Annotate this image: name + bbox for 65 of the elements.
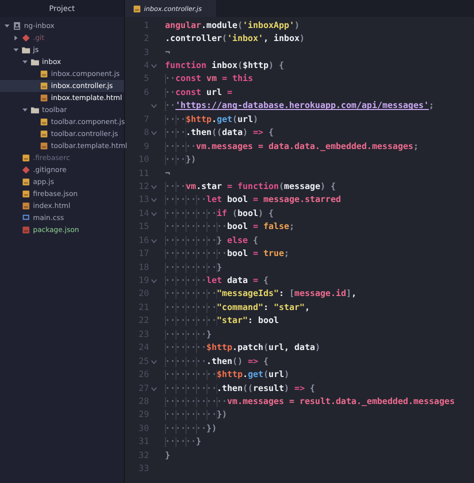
- file-icon: [22, 178, 30, 186]
- file-icon: [40, 82, 48, 90]
- code-line: ········let bool = message.starred: [165, 195, 341, 206]
- fold-chevron-icon[interactable]: [151, 238, 157, 244]
- code-line: ¬: [165, 168, 170, 179]
- code-line: ····vm.star = function(message) {: [165, 182, 336, 192]
- code-line: ····}): [165, 155, 196, 166]
- chevron-icon[interactable]: [22, 59, 28, 65]
- fold-chevron-icon[interactable]: [151, 278, 157, 284]
- diamond-icon: [22, 166, 30, 174]
- fold-chevron-icon[interactable]: [151, 63, 157, 70]
- chevron-icon[interactable]: [13, 35, 19, 41]
- code-line: }: [165, 450, 170, 461]
- file-icon: [22, 202, 30, 210]
- code-line: ······vm.messages = data.data._embedded.messages;: [165, 142, 419, 152]
- chevron-icon[interactable]: [4, 23, 10, 29]
- code-line: ············bool = true;: [165, 249, 290, 260]
- code-line: ¬: [165, 48, 170, 58]
- code-line: ····$http.get(url): [165, 114, 258, 125]
- code-line: ··········}): [165, 410, 228, 420]
- file-icon: [40, 94, 48, 102]
- file-icon: [22, 226, 30, 234]
- code-line: .controller('inbox', inbox): [165, 34, 305, 44]
- file-icon: [22, 190, 30, 198]
- fold-chevron-icon[interactable]: [151, 210, 157, 217]
- repository-icon: [13, 22, 21, 30]
- file-icon: [133, 4, 141, 12]
- file-icon: [40, 118, 48, 126]
- code-line: ····.then((data) => {: [165, 128, 274, 138]
- code-line: ········.then() => {: [165, 356, 269, 367]
- code-line: function inbox($http) {: [165, 61, 284, 72]
- code-line: ········$http.patch(url, data): [165, 343, 320, 354]
- chevron-icon[interactable]: [13, 47, 19, 53]
- chevron-icon[interactable]: [22, 107, 28, 113]
- file-icon: [40, 142, 48, 150]
- diamond-icon: [22, 34, 30, 42]
- file-icon: [40, 130, 48, 138]
- fold-chevron-icon[interactable]: [151, 184, 157, 190]
- code-line: ··········}: [165, 262, 222, 273]
- code-line: ········let data = {: [165, 276, 269, 286]
- code-line: ········}: [165, 330, 212, 340]
- code-line: angular.module('inboxApp'): [165, 20, 300, 31]
- file-icon: [22, 154, 30, 162]
- code-line: ··········if (bool) {: [165, 208, 274, 219]
- fold-chevron-icon[interactable]: [151, 386, 157, 392]
- folder-icon: [31, 106, 39, 114]
- code-line: ············vm.messages = result.data._embedded.messages: [165, 396, 455, 407]
- fold-chevron-icon[interactable]: [151, 197, 157, 204]
- code-line: ········}): [165, 424, 217, 434]
- code-line: ··const url =: [165, 88, 232, 98]
- fold-chevron-icon[interactable]: [151, 103, 157, 110]
- code-line: ··········} else {: [165, 236, 258, 246]
- code-line: ······}: [165, 437, 202, 448]
- code-line: ··········"command": "star",: [165, 302, 310, 313]
- fold-chevron-icon[interactable]: [151, 358, 157, 365]
- fold-chevron-icon[interactable]: [151, 130, 157, 136]
- code-line: ··········.then((result) => {: [165, 384, 316, 394]
- stylesheet-icon: [22, 214, 30, 222]
- code-line: ··'https://ang-database.herokuapp.com/api/messages';: [165, 101, 434, 112]
- code-line: ··········"star": bool: [165, 316, 279, 326]
- file-icon: [40, 70, 48, 78]
- code-line: ··const vm = this: [165, 74, 253, 84]
- code-line: ··········$http.get(url): [165, 370, 290, 380]
- code-line: ··········"messageIds": [message.id],: [165, 289, 357, 300]
- code-line: ············bool = false;: [165, 222, 294, 232]
